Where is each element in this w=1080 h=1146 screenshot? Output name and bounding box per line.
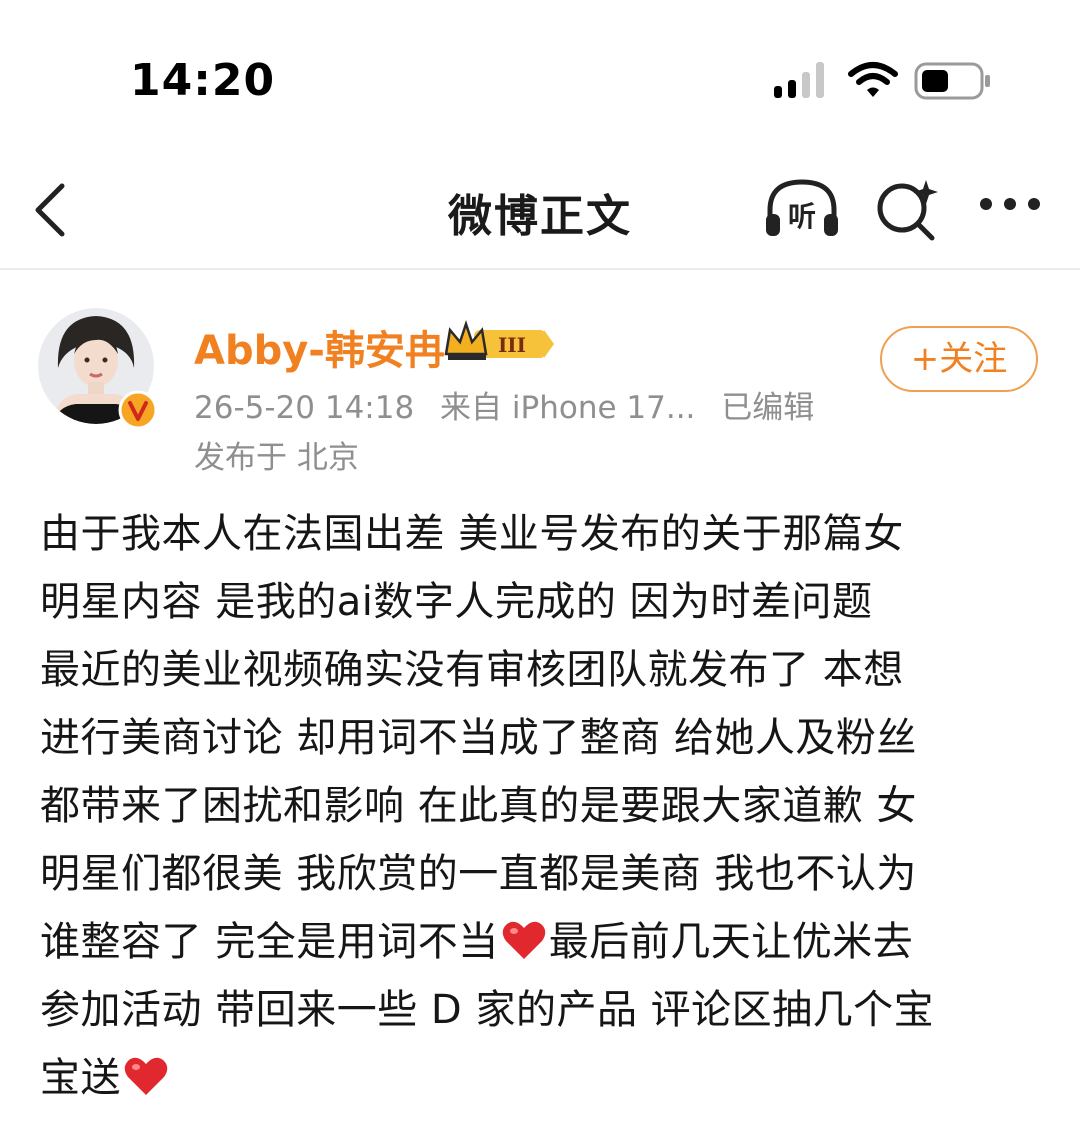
post-timestamp: 26-5-20 14:18 (194, 390, 415, 426)
post-line: 由于我本人在法国出差 美业号发布的关于那篇女 (40, 511, 904, 557)
signal-bars-icon (774, 62, 824, 98)
post-line: 参加活动 带回来一些 D 家的产品 评论区抽几个宝 (40, 987, 935, 1033)
post-meta: 26-5-20 14:18 来自 iPhone 17... 已编辑 (194, 382, 830, 427)
nav-bar: 微博正文 听 (0, 150, 1080, 270)
post-line: 最近的美业视频确实没有审核团队就发布了 本想 (40, 647, 904, 693)
weibo-post-page: 14:20 微博正文 听 Abby-韩安冉 III 26-5-20 14:18 … (0, 0, 1080, 1146)
red-heart-icon (502, 921, 545, 959)
post-line: 宝送 (40, 1044, 1050, 1112)
verified-badge-icon (118, 390, 158, 430)
post-line: 谁整容了 完全是用词不当 最后前几天让优米去 (40, 908, 1050, 976)
headphones-icon[interactable]: 听 (762, 176, 842, 242)
post-body: 由于我本人在法国出差 美业号发布的关于那篇女 明星内容 是我的ai数字人完成的 … (40, 500, 1050, 1112)
crown-level-label: III (498, 333, 526, 357)
post-location: 发布于 北京 (194, 440, 359, 476)
post-line: 明星们都很美 我欣赏的一直都是美商 我也不认为 (40, 851, 917, 897)
post-line-text: 谁整容了 完全是用词不当 (40, 919, 499, 965)
status-bar: 14:20 (0, 0, 1080, 150)
battery-icon (914, 62, 990, 100)
wifi-icon (848, 62, 898, 97)
red-heart-icon (124, 1057, 168, 1095)
post-line: 都带来了困扰和影响 在此真的是要跟大家道歉 女 (40, 783, 917, 829)
crown-level-badge-icon: III (444, 320, 554, 360)
post-line: 进行美商讨论 却用词不当成了整商 给她人及粉丝 (40, 715, 917, 761)
listen-label: 听 (788, 200, 816, 233)
status-time: 14:20 (130, 55, 276, 106)
post-source: 来自 iPhone 17... (440, 390, 696, 426)
post-edited-label[interactable]: 已编辑 (721, 390, 814, 426)
author-name[interactable]: Abby-韩安冉 (194, 318, 445, 376)
avatar[interactable] (38, 308, 158, 430)
follow-button[interactable]: +关注 (880, 326, 1038, 392)
post-line-text: 宝送 (40, 1055, 121, 1101)
post-line: 明星内容 是我的ai数字人完成的 因为时差问题 (40, 579, 873, 625)
search-sparkle-icon[interactable] (874, 176, 940, 242)
more-dots-icon[interactable] (978, 194, 1042, 214)
post-line-text: 最后前几天让优米去 (548, 919, 914, 965)
